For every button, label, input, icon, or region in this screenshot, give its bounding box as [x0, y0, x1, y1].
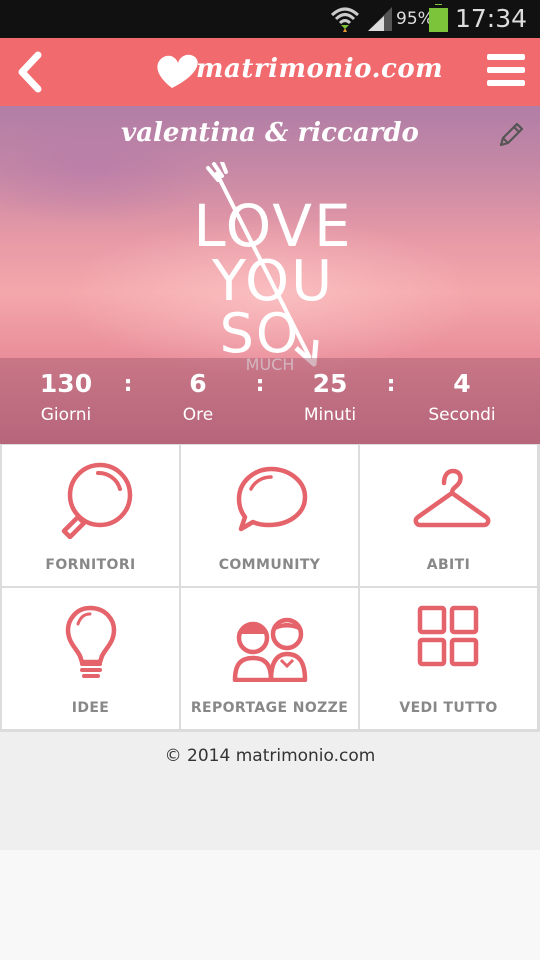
tile-label: ABITI — [426, 557, 471, 573]
lightbulb-icon — [65, 605, 117, 678]
wedding-countdown: 130 Giorni : 6 Ore : 25 Minuti : 4 Secon… — [0, 358, 540, 444]
tile-label: IDEE — [71, 700, 110, 716]
countdown-separator: : — [123, 372, 133, 397]
countdown-separator: : — [386, 372, 396, 397]
clock: 17:34 — [455, 4, 528, 33]
footer: © 2014 matrimonio.com — [0, 732, 540, 850]
love-you-so-much-art: LOVE YOU SO MUCH — [193, 162, 351, 374]
countdown-hours: 6 Ore — [182, 369, 214, 425]
countdown-seconds: 4 Secondi — [428, 369, 496, 425]
menu-grid: FORNITORI COMMUNITY ABITI IDEE REPORTAGE… — [0, 444, 540, 732]
tile-label: COMMUNITY — [218, 557, 321, 573]
copyright-text: © 2014 matrimonio.com — [164, 746, 376, 766]
wifi-icon — [330, 7, 360, 32]
tile-label: REPORTAGE NOZZE — [190, 700, 349, 716]
tile-label: VEDI TUTTO — [399, 700, 498, 716]
countdown-minutes: 25 Minuti — [303, 369, 357, 425]
tile-abiti[interactable]: ABITI — [360, 445, 537, 586]
countdown-days: 130 Giorni — [39, 369, 93, 425]
couple-icon — [232, 617, 308, 682]
hanger-icon — [413, 468, 491, 528]
battery-icon — [429, 5, 448, 32]
signal-icon — [368, 7, 392, 31]
app-bar: matrimonio.com — [0, 38, 540, 106]
tile-community[interactable]: COMMUNITY — [181, 445, 358, 586]
back-icon[interactable] — [14, 51, 44, 93]
speech-bubble-icon — [236, 466, 308, 532]
magnifier-icon — [61, 462, 133, 539]
grid-icon — [417, 605, 479, 667]
tile-vedi-tutto[interactable]: VEDI TUTTO — [360, 588, 537, 729]
tile-idee[interactable]: IDEE — [2, 588, 179, 729]
tile-reportage-nozze[interactable]: REPORTAGE NOZZE — [181, 588, 358, 729]
menu-icon[interactable] — [487, 52, 525, 88]
countdown-separator: : — [255, 372, 265, 397]
app-logo-text[interactable]: matrimonio.com — [196, 54, 443, 84]
tile-fornitori[interactable]: FORNITORI — [2, 445, 179, 586]
status-bar: 95% 17:34 — [0, 0, 540, 38]
tile-label: FORNITORI — [45, 557, 136, 573]
page-background — [0, 850, 540, 960]
couple-names: valentina & riccardo — [121, 118, 419, 148]
edit-pencil-icon[interactable] — [496, 120, 526, 150]
